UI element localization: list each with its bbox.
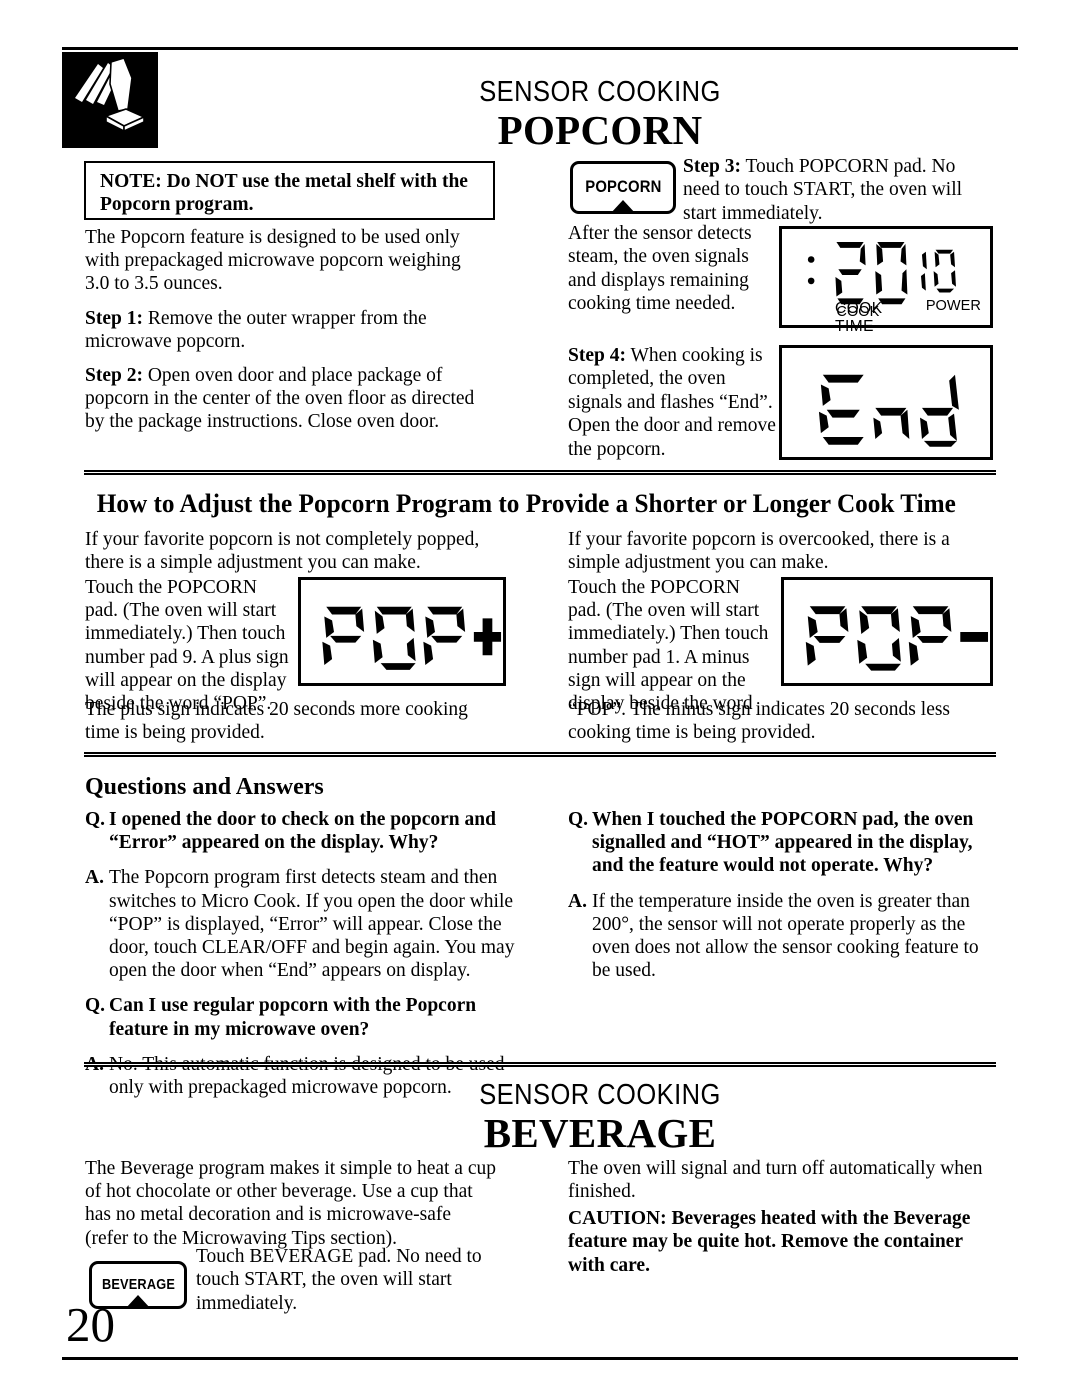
qa-item: A. If the temperature inside the oven is… [568, 890, 996, 983]
cook-label: COOK [835, 300, 883, 317]
qa-text: The Popcorn program first detects steam … [109, 867, 515, 982]
qa-item: Q. When I touched the POPCORN pad, the o… [568, 808, 996, 878]
qa-marker: A. [85, 1053, 109, 1099]
popcorn-step-3: Step 3: Touch POPCORN pad. No need to to… [683, 155, 983, 225]
adjust-section-heading: How to Adjust the Popcorn Program to Pro… [96, 489, 956, 518]
popcorn-left-column: The Popcorn feature is designed to be us… [85, 226, 477, 445]
page-bottom-rule [62, 1357, 1018, 1360]
beverage-pad-instruction: Touch BEVERAGE pad. No need to touch STA… [196, 1246, 482, 1314]
step-2-text: Open oven door and place package of popc… [85, 365, 475, 433]
qa-text: I opened the door to check on the popcor… [109, 809, 496, 854]
section-divider-3 [84, 1062, 996, 1067]
qa-item: Q. Can I use regular popcorn with the Po… [85, 994, 515, 1040]
popcorn-pad-label: POPCORN [584, 178, 662, 196]
step-2-label: Step 2: [85, 365, 143, 387]
note-line-2: Popcorn program. [100, 194, 254, 216]
popcorn-step-2: Step 2: Open oven door and place package… [85, 364, 477, 434]
power-label-text: POWER [926, 298, 981, 314]
step-4-label: Step 4: [568, 345, 626, 366]
adjust-right-body: Touch the POPCORN pad. (The oven will st… [568, 577, 769, 715]
qa-heading: Questions and Answers [85, 774, 324, 800]
qa-text: If the temperature inside the oven is gr… [592, 890, 979, 982]
qa-marker: A. [85, 867, 104, 889]
beverage-signal-text: The oven will signal and turn off automa… [568, 1158, 983, 1203]
adjust-left-tail: The plus sign indicates 20 seconds more … [85, 699, 468, 744]
note-line-1: NOTE: Do NOT use the metal shelf with th… [100, 171, 468, 192]
qa-marker: Q. [568, 809, 589, 830]
time-label: TIME [835, 318, 875, 335]
qa-text: When I touched the POPCORN pad, the oven… [592, 809, 974, 877]
page-number: 20 [66, 1297, 115, 1352]
qa-right-column: Q. When I touched the POPCORN pad, the o… [568, 808, 996, 994]
sensor-detect-paragraph: After the sensor detects steam, the oven… [568, 223, 752, 315]
page-top-rule [62, 47, 1018, 50]
beverage-caution: CAUTION: Beverages heated with the Bever… [568, 1208, 971, 1276]
adjust-right-intro: If your favorite popcorn is overcooked, … [568, 529, 950, 574]
beverage-intro: The Beverage program makes it simple to … [85, 1158, 496, 1249]
popcorn-pad-button[interactable]: POPCORN [570, 161, 676, 214]
adjust-left-body: Touch the POPCORN pad. (The oven will st… [85, 577, 289, 715]
section-divider-1 [84, 470, 996, 475]
beverage-section-title: SENSOR COOKING BEVERAGE [360, 1081, 840, 1155]
pad-notch-icon [610, 200, 636, 214]
qa-item: Q. I opened the door to check on the pop… [85, 808, 515, 854]
qa-marker: Q. [85, 995, 106, 1017]
popcorn-step-1: Step 1: Remove the outer wrapper from th… [85, 307, 477, 353]
adjust-right-tail: “POP”. The minus sign indicates 20 secon… [568, 699, 951, 744]
beverage-title: BEVERAGE [483, 1110, 717, 1156]
popcorn-note-box: NOTE: Do NOT use the metal shelf with th… [84, 161, 495, 220]
popcorn-section-title: SENSOR COOKING POPCORN [360, 78, 840, 152]
popcorn-step-4: Step 4: When cooking is completed, the o… [568, 344, 778, 461]
popcorn-title: POPCORN [497, 107, 703, 153]
cook-time-labels: COOK TIME [835, 300, 883, 336]
beverage-right-paragraph: The oven will signal and turn off automa… [568, 1157, 988, 1214]
pad-notch-icon [125, 1295, 151, 1309]
qa-text: Can I use regular popcorn with the Popco… [109, 995, 477, 1040]
adjust-left-intro: If your favorite popcorn is not complete… [85, 529, 480, 574]
step-1-label: Step 1: [85, 307, 143, 329]
section-divider-2 [84, 752, 996, 757]
end-display [779, 345, 993, 460]
qa-marker: Q. [85, 809, 106, 830]
qa-marker: A. [568, 890, 587, 912]
popcorn-intro-paragraph: The Popcorn feature is designed to be us… [85, 227, 461, 295]
hand-press-icon [62, 52, 158, 148]
beverage-eyebrow: SENSOR COOKING [479, 1079, 721, 1111]
cook-time-display: POWER COOK [779, 226, 993, 328]
pop-plus-display [298, 577, 506, 686]
qa-item: A. The Popcorn program first detects ste… [85, 866, 515, 982]
pop-minus-display [781, 577, 993, 686]
step-3-label: Step 3: [683, 156, 741, 177]
popcorn-eyebrow: SENSOR COOKING [479, 76, 721, 108]
beverage-pad-label: BEVERAGE [101, 1277, 175, 1293]
